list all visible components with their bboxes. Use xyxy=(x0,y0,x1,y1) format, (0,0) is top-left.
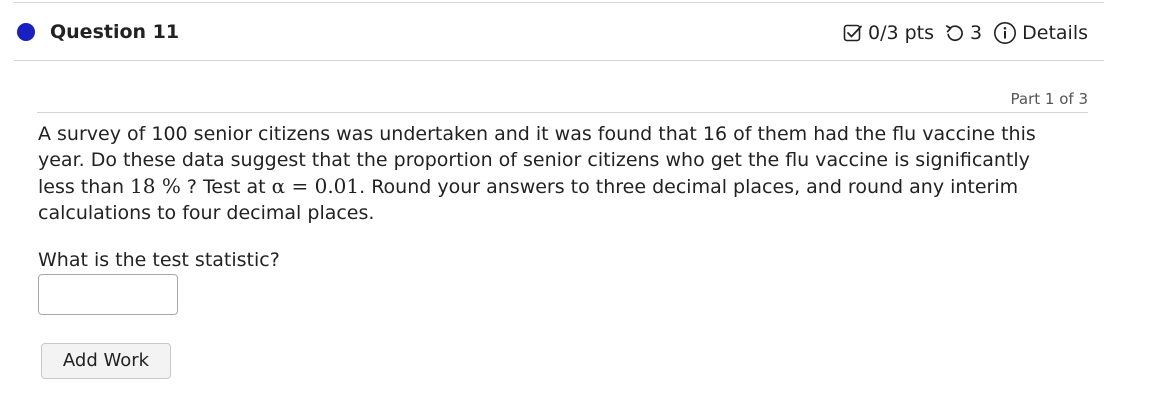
retry-icon xyxy=(945,23,965,43)
part-indicator: Part 1 of 3 xyxy=(1010,90,1088,108)
attempts-count: 3 xyxy=(970,22,983,44)
part-divider xyxy=(37,112,1088,113)
add-work-button[interactable]: Add Work xyxy=(41,343,171,379)
score-text: 0/3 pts xyxy=(868,22,935,44)
details-link[interactable]: Details xyxy=(993,21,1088,45)
answer-input[interactable] xyxy=(38,274,178,315)
question-text: A survey of 100 senior citizens was unde… xyxy=(38,121,1068,226)
question-meta: 0/3 pts 3 Details xyxy=(843,21,1088,45)
question-title: Question 11 xyxy=(50,21,180,43)
alpha-value: α = 0.01 xyxy=(271,174,360,198)
question-prompt: What is the test statistic? xyxy=(38,249,280,271)
percent-value: 18 % xyxy=(130,174,181,198)
status-dot-icon xyxy=(17,23,35,41)
question-header: Question 11 0/3 pts 3 Details xyxy=(14,3,1104,61)
checkbox-icon xyxy=(843,23,863,43)
question-text-part-2: ? Test at xyxy=(180,176,272,198)
info-icon xyxy=(993,21,1017,45)
details-label: Details xyxy=(1022,22,1088,44)
